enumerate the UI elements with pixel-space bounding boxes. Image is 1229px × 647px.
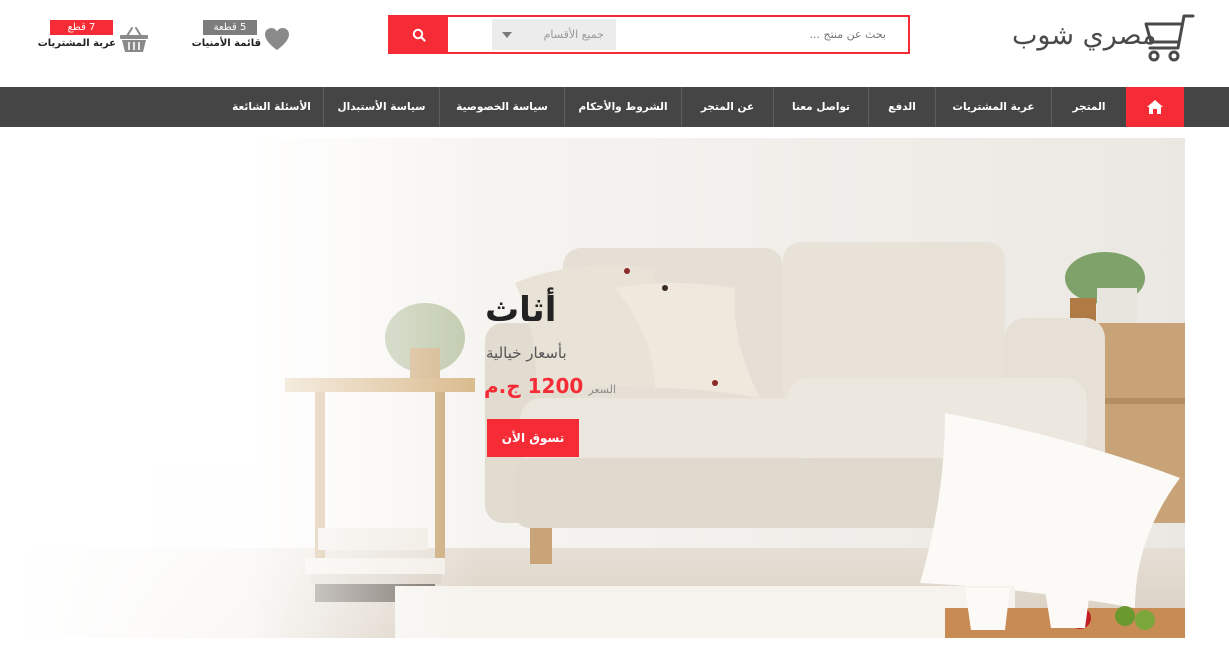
nav-item-checkout[interactable]: الدفع	[868, 87, 935, 127]
home-icon	[1147, 100, 1163, 114]
cart-count-badge: 7 قطع	[50, 20, 113, 35]
nav-item-faq[interactable]: الأسئلة الشائعة	[220, 87, 323, 127]
basket-icon	[120, 27, 148, 52]
category-select-label: جميع الأقسام	[543, 28, 604, 41]
heart-icon	[265, 28, 289, 50]
hero-subtitle: بأسعار خيالية	[486, 344, 567, 362]
site-header: مصري شوب جميع الأقسام 5 قطعة قائمة الأمن…	[0, 0, 1229, 87]
hero-banner: أثاث بأسعار خيالية السعر 1200 ج.م تسوق ا…	[15, 138, 1185, 638]
nav-item-contact[interactable]: تواصل معنا	[773, 87, 868, 127]
cart-label: عربة المشتريات	[37, 38, 116, 49]
hero-title: أثاث	[485, 290, 557, 330]
hero-price: السعر 1200 ج.م	[484, 374, 616, 398]
chevron-down-icon	[502, 31, 512, 38]
search-input[interactable]	[620, 19, 890, 50]
price-value: 1200 ج.م	[484, 374, 584, 398]
logo-text: مصري شوب	[1012, 20, 1157, 51]
nav-item-privacy[interactable]: سياسة الخصوصية	[439, 87, 564, 127]
nav-item-store[interactable]: المتجر	[1051, 87, 1126, 127]
main-nav: المتجر عربة المشتريات الدفع تواصل معنا ع…	[0, 87, 1229, 127]
category-select[interactable]: جميع الأقسام	[492, 19, 616, 50]
wishlist-count-badge: 5 قطعة	[203, 20, 257, 35]
search-icon	[412, 28, 426, 42]
nav-item-returns[interactable]: سياسة الأستبدال	[323, 87, 439, 127]
nav-item-about[interactable]: عن المتجر	[681, 87, 773, 127]
search-button[interactable]	[390, 17, 448, 52]
wishlist-label: قائمة الأمنيات	[191, 38, 261, 49]
search-bar: جميع الأقسام	[388, 15, 910, 54]
price-label: السعر	[588, 383, 617, 396]
wishlist-link[interactable]: 5 قطعة قائمة الأمنيات	[191, 20, 289, 56]
cart-link[interactable]: 7 قطع عربة المشتريات	[37, 20, 150, 56]
site-logo[interactable]: مصري شوب	[1012, 12, 1195, 62]
shop-now-button[interactable]: تسوق الأن	[487, 419, 579, 457]
nav-item-cart[interactable]: عربة المشتريات	[935, 87, 1051, 127]
shopping-cart-icon	[1144, 14, 1195, 62]
nav-home-button[interactable]	[1126, 87, 1184, 127]
nav-item-terms[interactable]: الشروط والأحكام	[564, 87, 681, 127]
